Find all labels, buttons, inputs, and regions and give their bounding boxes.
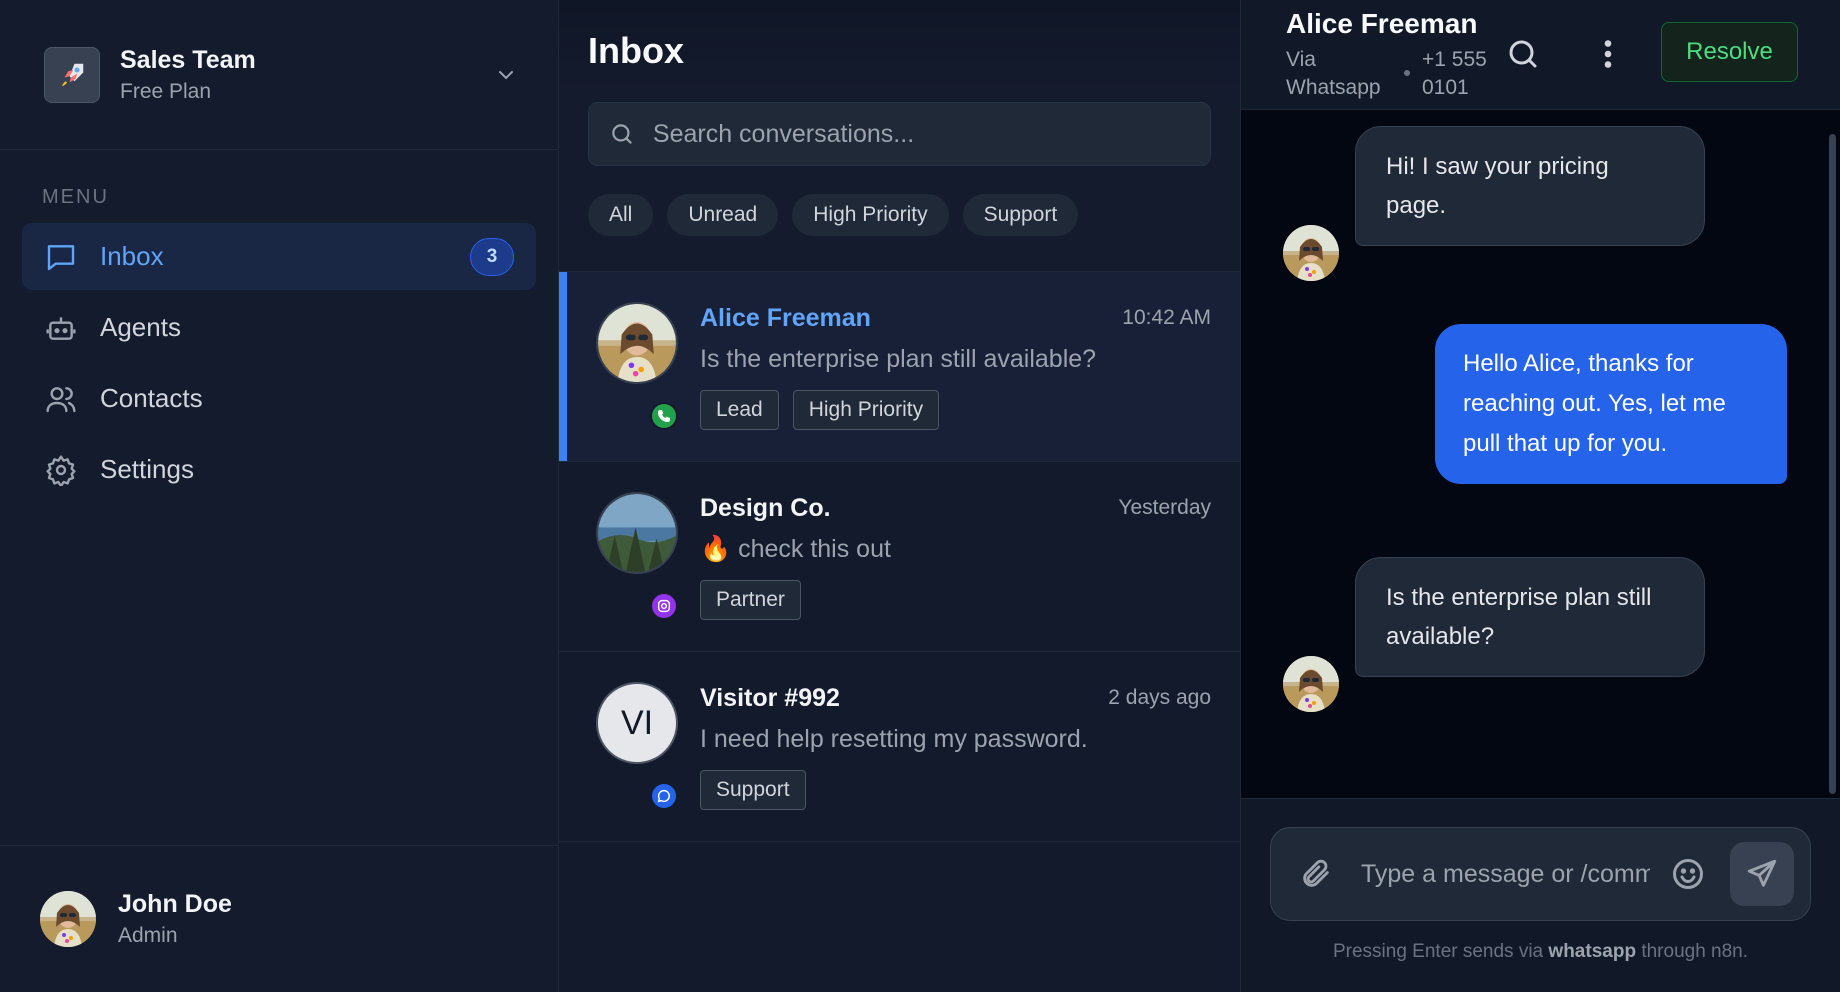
- user-role: Admin: [118, 924, 178, 947]
- resolve-button[interactable]: Resolve: [1661, 22, 1798, 82]
- user-profile[interactable]: John Doe Admin: [0, 845, 558, 992]
- message-composer: [1270, 827, 1811, 921]
- conversation-time: Yesterday: [1118, 496, 1211, 519]
- incoming-message: Is the enterprise plan still available?: [1355, 557, 1705, 677]
- chat-panel: Alice Freeman Via Whatsapp +1 555 0101 R…: [1241, 0, 1840, 992]
- contact-phone: +1 555 0101: [1422, 48, 1487, 99]
- conversation-time: 2 days ago: [1108, 686, 1211, 709]
- avatar: [40, 891, 96, 947]
- avatar: [596, 492, 678, 574]
- filter-chips: All Unread High Priority Support: [588, 194, 1211, 236]
- conversation-name: Visitor #992: [700, 683, 840, 712]
- conversation-item[interactable]: Design Co. Yesterday 🔥 check this out Pa…: [559, 462, 1240, 652]
- composer-area: Pressing Enter sends via whatsapp throug…: [1241, 798, 1840, 992]
- filter-all[interactable]: All: [588, 194, 654, 236]
- chevron-down-icon[interactable]: [494, 63, 518, 87]
- conversation-name: Alice Freeman: [700, 303, 871, 332]
- conversation-preview: 🔥 check this out: [700, 535, 891, 563]
- search-icon[interactable]: [1505, 36, 1541, 72]
- filter-high-priority[interactable]: High Priority: [792, 194, 949, 236]
- filter-support[interactable]: Support: [962, 194, 1079, 236]
- conversation-item[interactable]: Alice Freeman 10:42 AM Is the enterprise…: [559, 272, 1240, 462]
- separator-dot: [1404, 70, 1410, 76]
- tag-support: Support: [700, 770, 806, 810]
- team-plan: Free Plan: [120, 79, 212, 103]
- composer-hint: Pressing Enter sends via whatsapp throug…: [1241, 941, 1840, 963]
- outgoing-message: Hello Alice, thanks for reaching out. Ye…: [1435, 324, 1787, 484]
- tag-lead: Lead: [700, 390, 779, 430]
- conversation-name: Design Co.: [700, 493, 831, 522]
- conversation-preview: Is the enterprise plan still available?: [700, 345, 1097, 373]
- chat-header: Alice Freeman Via Whatsapp +1 555 0101 R…: [1241, 0, 1840, 110]
- list-header: Inbox All Unread High Priority Support: [559, 0, 1240, 272]
- avatar: [1283, 656, 1339, 712]
- hint-channel: whatsapp: [1548, 941, 1637, 962]
- hint-prefix: Pressing Enter sends via: [1332, 941, 1549, 962]
- menu-heading: MENU: [42, 186, 109, 208]
- sidebar-item-label: Contacts: [100, 383, 203, 413]
- conversation-list-panel: Inbox All Unread High Priority Support: [559, 0, 1241, 992]
- hint-suffix: through n8n.: [1636, 941, 1749, 962]
- search-input[interactable]: [652, 119, 1190, 149]
- tag-partner: Partner: [700, 580, 801, 620]
- sidebar-item-label: Settings: [100, 454, 194, 484]
- send-icon: [1747, 859, 1777, 887]
- whatsapp-icon: [650, 402, 678, 430]
- page-title: Inbox: [588, 30, 684, 71]
- sidebar-item-agents[interactable]: Agents: [22, 294, 536, 361]
- team-switcher[interactable]: Sales Team Free Plan: [0, 0, 558, 150]
- conversation-item[interactable]: VI Visitor #992 2 days ago I need help r…: [559, 652, 1240, 842]
- team-name: Sales Team: [120, 45, 256, 74]
- rocket-icon: [44, 46, 100, 103]
- incoming-message: Hi! I saw your pricing page.: [1355, 126, 1705, 246]
- users-icon: [44, 382, 78, 416]
- filter-unread[interactable]: Unread: [667, 194, 779, 236]
- app: Sales Team Free Plan MENU Inbox 3 Agents: [0, 0, 1840, 992]
- gear-icon: [44, 453, 78, 487]
- inbox-icon: [44, 240, 78, 274]
- sidebar: Sales Team Free Plan MENU Inbox 3 Agents: [0, 0, 559, 992]
- more-vertical-icon[interactable]: [1593, 36, 1623, 72]
- robot-icon: [44, 311, 78, 345]
- chat-bubble-icon: [650, 782, 678, 810]
- avatar: [1283, 225, 1339, 281]
- message-thread: Hi! I saw your pricing page. Hello Alice…: [1241, 110, 1840, 798]
- sidebar-item-settings[interactable]: Settings: [22, 436, 536, 503]
- paperclip-icon[interactable]: [1299, 857, 1333, 891]
- sidebar-item-label: Agents: [100, 312, 181, 342]
- scrollbar[interactable]: [1829, 134, 1836, 794]
- tag-high-priority: High Priority: [792, 390, 940, 430]
- instagram-icon: [650, 592, 678, 620]
- sidebar-item-label: Inbox: [100, 241, 164, 271]
- send-button[interactable]: [1730, 842, 1794, 906]
- conversation-time: 10:42 AM: [1122, 306, 1211, 329]
- message-input[interactable]: [1361, 859, 1650, 889]
- search-box: [588, 102, 1211, 166]
- emoji-icon[interactable]: [1670, 856, 1706, 892]
- contact-channel: Via Whatsapp: [1286, 48, 1381, 99]
- sidebar-item-inbox[interactable]: Inbox 3: [22, 223, 536, 290]
- user-name: John Doe: [118, 890, 232, 918]
- inbox-count-badge: 3: [470, 237, 514, 276]
- contact-name: Alice Freeman: [1286, 8, 1478, 39]
- conversation-preview: I need help resetting my password.: [700, 725, 1088, 753]
- search-icon: [612, 124, 632, 144]
- avatar-initials: VI: [596, 682, 678, 764]
- sidebar-menu: MENU Inbox 3 Agents Contacts Settings: [0, 150, 558, 503]
- avatar: [596, 302, 678, 384]
- sidebar-item-contacts[interactable]: Contacts: [22, 365, 536, 432]
